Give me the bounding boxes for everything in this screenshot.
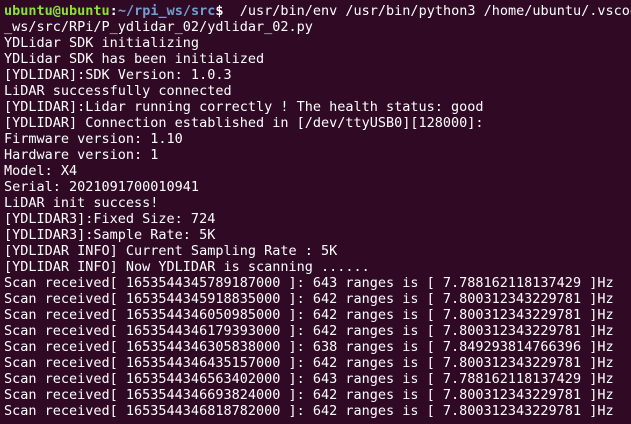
scan-line: Scan received[ 1653544346050985000 ]: 64… xyxy=(4,307,614,323)
scan-line: Scan received[ 1653544346179393000 ]: 64… xyxy=(4,323,614,339)
output-line: [YDLIDAR]:Lidar running correctly ! The … xyxy=(4,99,484,115)
scan-line: Scan received[ 1653544346435157000 ]: 64… xyxy=(4,355,614,371)
scan-line: Scan received[ 1653544346305838000 ]: 63… xyxy=(4,339,614,355)
output-line: YDLidar SDK has been initialized xyxy=(4,51,265,67)
output-line: Hardware version: 1 xyxy=(4,147,159,163)
output-line: Serial: 2021091700010941 xyxy=(4,179,200,195)
output-line: [YDLIDAR INFO] Now YDLIDAR is scanning .… xyxy=(4,259,370,275)
prompt-user-host: ubuntu@ubuntu xyxy=(4,3,110,19)
prompt-command: /usr/bin/env /usr/bin/python3 /home/ubun… xyxy=(223,3,631,19)
output-line: [YDLIDAR3]:Fixed Size: 724 xyxy=(4,211,216,227)
output-line: _ws/src/RPi/P_ydlidar_02/ydlidar_02.py xyxy=(4,19,313,35)
scan-line: Scan received[ 1653544346818782000 ]: 64… xyxy=(4,403,614,419)
output-line: LiDAR init success! xyxy=(4,195,159,211)
output-line: Firmware version: 1.10 xyxy=(4,131,183,147)
prompt-separator: : xyxy=(109,3,118,19)
output-line: [YDLIDAR]:SDK Version: 1.0.3 xyxy=(4,67,232,83)
terminal-window[interactable]: ubuntu@ubuntu:~/rpi_ws/src$ /usr/bin/env… xyxy=(0,0,631,424)
scan-line: Scan received[ 1653544345918835000 ]: 64… xyxy=(4,291,614,307)
scan-line: Scan received[ 1653544346693824000 ]: 64… xyxy=(4,387,614,403)
command-prompt-line: ubuntu@ubuntu:~/rpi_ws/src$ /usr/bin/env… xyxy=(4,3,631,19)
output-line: [YDLIDAR] Connection established in [/de… xyxy=(4,115,484,131)
prompt-path: ~/rpi_ws/src xyxy=(117,3,216,19)
prompt-symbol: $ xyxy=(215,3,224,19)
output-line: [YDLIDAR INFO] Current Sampling Rate : 5… xyxy=(4,243,338,259)
output-line: YDLidar SDK initializing xyxy=(4,35,200,51)
output-line: Model: X4 xyxy=(4,163,78,179)
output-line: LiDAR successfully connected xyxy=(4,83,232,99)
scan-line: Scan received[ 1653544346563402000 ]: 64… xyxy=(4,371,614,387)
scan-line: Scan received[ 1653544345789187000 ]: 64… xyxy=(4,275,614,291)
output-line: [YDLIDAR3]:Sample Rate: 5K xyxy=(4,227,216,243)
